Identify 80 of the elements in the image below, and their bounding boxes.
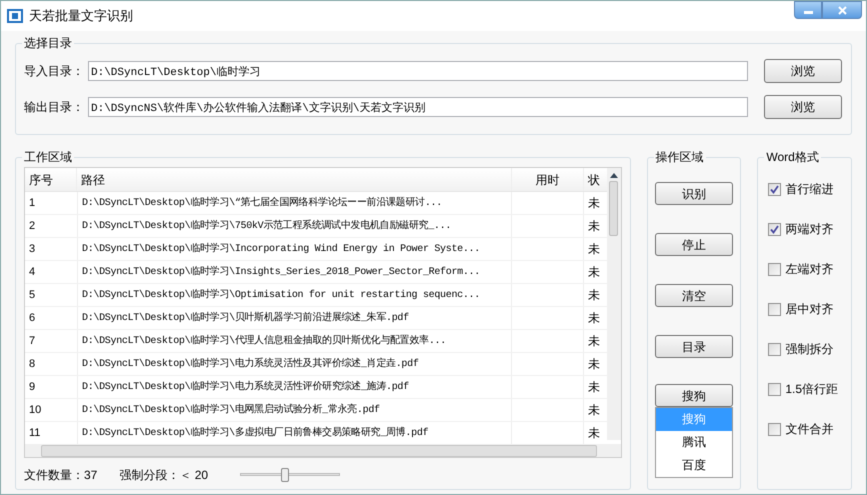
scroll-up-icon[interactable]: [610, 173, 618, 178]
table-cell-text: 未: [587, 195, 601, 212]
checkbox[interactable]: [768, 422, 782, 436]
field-label: 导入目录：: [24, 63, 85, 80]
check-icon: [770, 224, 780, 234]
push-button[interactable]: 识别: [655, 182, 733, 205]
close-button[interactable]: [822, 1, 862, 19]
table-cell: D:\DSyncLT\Desktop\临时学习\“第七届全国网络科学论坛ーー前沿课题研讨...: [77, 192, 512, 214]
push-button[interactable]: 停止: [655, 233, 733, 256]
table-cell-text: 5: [28, 288, 36, 303]
table-cell-text: 未: [587, 402, 601, 419]
group-title: Word格式: [764, 148, 821, 166]
scrollbar-thumb[interactable]: [609, 181, 618, 236]
dropdown-option[interactable]: 腾讯: [656, 431, 732, 454]
table-cell-text: 未: [587, 333, 601, 350]
checkbox[interactable]: [768, 262, 782, 276]
table-cell-text: 3: [28, 242, 36, 257]
slider-thumb[interactable]: [281, 468, 290, 482]
table-cell-text: 未: [587, 218, 601, 235]
vertical-scrollbar[interactable]: [606, 168, 621, 440]
table-cell: D:\DSyncLT\Desktop\临时学习\电网黑启动试验分析_常永亮.pdf: [77, 399, 512, 421]
table-cell-text: 未: [587, 241, 601, 258]
table-cell-text: 未: [587, 264, 601, 281]
table-cell-text: 未: [587, 356, 601, 373]
push-button[interactable]: 浏览: [764, 59, 842, 83]
table-cell-text: 未: [587, 310, 601, 327]
table-cell-text: 未: [587, 287, 601, 304]
table-cell-text: 9: [28, 380, 36, 395]
table-cell-text: 7: [28, 334, 36, 349]
format-checkbox[interactable]: 强制拆分: [768, 340, 851, 358]
dropdown-option[interactable]: 百度: [656, 454, 732, 477]
table-cell: D:\DSyncLT\Desktop\临时学习\Insights_Series_2018_Power_Sector_Reform...: [77, 261, 512, 283]
table-cell-text: 11: [28, 426, 42, 441]
table-cell: D:\DSyncLT\Desktop\临时学习\多虚拟电厂日前鲁棒交易策略研究_周博.pdf: [77, 422, 512, 444]
app-icon: [7, 9, 23, 23]
checkbox[interactable]: [768, 382, 782, 396]
close-icon: [838, 6, 846, 14]
table-cell-text: 6: [28, 311, 36, 326]
window-title: 天若批量文字识别: [29, 7, 133, 26]
push-button[interactable]: 浏览: [764, 95, 842, 119]
column-header[interactable]: 用时: [512, 168, 584, 191]
checkbox[interactable]: [768, 182, 782, 196]
push-button[interactable]: 搜狗: [655, 384, 733, 407]
column-header[interactable]: 路径: [77, 168, 512, 191]
format-checkbox[interactable]: 居中对齐: [768, 300, 851, 318]
format-checkbox[interactable]: 首行缩进: [768, 180, 851, 198]
checkbox[interactable]: [768, 342, 782, 356]
push-button[interactable]: 目录: [655, 335, 733, 358]
format-checkbox[interactable]: 文件合并: [768, 420, 851, 438]
table-cell-text: 未: [587, 379, 601, 396]
table-cell: D:\DSyncLT\Desktop\临时学习\电力系统灵活性及其评价综述_肖定垚.pdf: [77, 353, 512, 375]
table-cell: D:\DSyncLT\Desktop\临时学习\贝叶斯机器学习前沿进展综述_朱军.pdf: [77, 307, 512, 329]
split-label: 强制分段：＜ 20: [119, 466, 208, 484]
table-cell: D:\DSyncLT\Desktop\临时学习\电力系统灵活性评价研究综述_施涛.pdf: [77, 376, 512, 398]
path-field[interactable]: D:\DSyncLT\Desktop\临时学习: [88, 61, 748, 81]
table-cell: D:\DSyncLT\Desktop\临时学习\Incorporating Wind Energy in Power Syste...: [77, 238, 512, 260]
push-button[interactable]: 清空: [655, 284, 733, 307]
table-cell: D:\DSyncLT\Desktop\临时学习\代理人信息租金抽取的贝叶斯优化与配置效率...: [77, 330, 512, 352]
table-cell-text: 1: [28, 196, 36, 211]
format-checkbox[interactable]: 1.5倍行距: [768, 380, 851, 398]
group-title: 选择目录: [22, 34, 74, 52]
column-header[interactable]: 序号: [25, 168, 77, 191]
table-cell: D:\DSyncLT\Desktop\临时学习\750kV示范工程系统调试中发电机自励磁研究_...: [77, 215, 512, 237]
group-title: 工作区域: [22, 148, 74, 166]
format-checkbox[interactable]: 两端对齐: [768, 220, 851, 238]
table-cell-text: 未: [587, 425, 601, 442]
path-field[interactable]: D:\DSyncNS\软件库\办公软件输入法翻译\文字识别\天若文字识别: [88, 97, 748, 117]
table-cell: D:\DSyncLT\Desktop\临时学习\Optimisation for unit restarting sequenc...: [77, 284, 512, 306]
group-title: 操作区域: [654, 148, 706, 166]
field-label: 输出目录：: [24, 99, 85, 116]
table-cell-text: 2: [28, 219, 36, 234]
format-checkbox[interactable]: 左端对齐: [768, 260, 851, 278]
checkbox[interactable]: [768, 222, 782, 236]
table-cell-text: 10: [28, 403, 42, 418]
table-cell-text: 8: [28, 357, 36, 372]
check-icon: [770, 184, 780, 194]
file-count: 文件数量：37: [24, 466, 98, 484]
checkbox[interactable]: [768, 302, 782, 316]
minimize-button[interactable]: [794, 1, 822, 19]
table-cell-text: 4: [28, 265, 36, 280]
